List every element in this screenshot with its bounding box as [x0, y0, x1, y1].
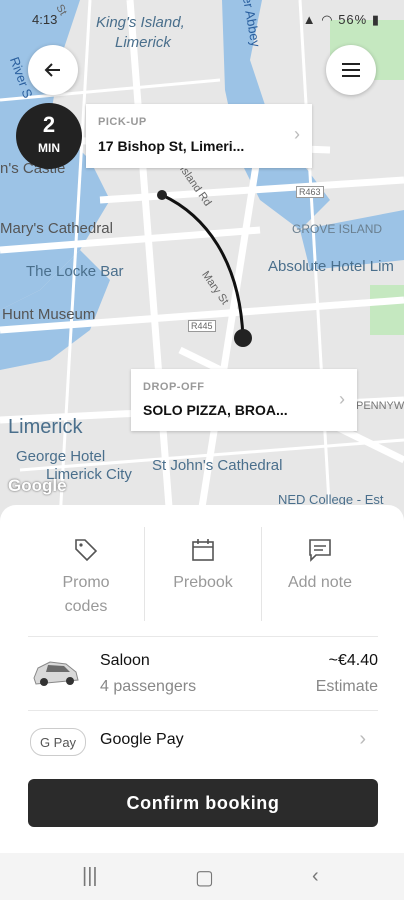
home-icon[interactable]: ▢ [195, 865, 214, 890]
road-badge: R445 [188, 320, 216, 332]
map-label: PENNYW [356, 400, 404, 412]
system-nav-bar: ||| ▢ ‹ [0, 853, 404, 900]
map-label: Hunt Museum [2, 306, 96, 323]
car-icon [33, 661, 79, 686]
ride-capacity: 4 passengers [100, 678, 197, 695]
chevron-right-icon: › [339, 389, 345, 409]
status-bar: 4:13 ▲ ◠ 56% ▮ [0, 0, 404, 38]
dropoff-address: SOLO PIZZA, BROA... [143, 402, 288, 418]
payment-method: Google Pay [100, 731, 184, 748]
hamburger-icon [342, 63, 360, 77]
prebook-button[interactable]: Prebook [145, 527, 261, 622]
eta-unit: MIN [38, 141, 60, 155]
arrow-left-icon [44, 63, 60, 77]
chevron-right-icon: › [359, 728, 366, 750]
eta-value: 2 [42, 112, 56, 137]
add-note-button[interactable]: Add note [262, 527, 378, 622]
map-label: Mary's Cathedral [0, 220, 113, 237]
prebook-label: Prebook [173, 574, 233, 591]
menu-button[interactable] [326, 45, 376, 95]
battery-percent: 56% [338, 12, 368, 27]
dropoff-card[interactable]: DROP-OFF SOLO PIZZA, BROA... › [131, 369, 357, 431]
chevron-right-icon: › [294, 124, 300, 144]
road-badge: R463 [296, 186, 324, 198]
calendar-icon [192, 539, 214, 561]
map-label: GROVE ISLAND [292, 222, 383, 236]
back-button[interactable] [28, 45, 78, 95]
map-label: The Locke Bar [26, 263, 124, 280]
battery-icon: ▮ [371, 12, 380, 27]
eta-badge: 2 MIN [16, 103, 82, 169]
divider [28, 636, 378, 637]
dropoff-label: DROP-OFF [143, 381, 205, 393]
map-label: Limerick [8, 416, 83, 438]
ride-price: ~€4.40 [328, 652, 378, 669]
chat-icon [309, 539, 331, 562]
divider [28, 710, 378, 711]
tag-icon [75, 539, 98, 562]
map-label: Absolute Hotel Lim [268, 258, 394, 275]
confirm-booking-button[interactable]: Confirm booking [28, 779, 378, 827]
pickup-label: PICK-UP [98, 116, 147, 128]
signal-icon: ▲ [302, 12, 317, 27]
google-pay-badge: G Pay [30, 728, 86, 756]
ride-type: Saloon [100, 652, 150, 669]
wifi-icon: ◠ [321, 12, 334, 27]
status-time: 4:13 [32, 12, 58, 27]
pickup-card[interactable]: PICK-UP 17 Bishop St, Limeri... › [86, 104, 312, 168]
promo-codes-label: Promo codes [62, 574, 110, 615]
add-note-label: Add note [287, 574, 353, 591]
back-nav-icon[interactable]: ‹ [312, 865, 319, 888]
promo-codes-button[interactable]: Promo codes [28, 527, 144, 622]
pickup-address: 17 Bishop St, Limeri... [98, 138, 245, 154]
map-label: George Hotel [16, 448, 106, 465]
map-label: St John's Cathedral [152, 457, 283, 474]
status-icons: ▲ ◠ 56% ▮ [303, 12, 380, 28]
price-note: Estimate [315, 678, 378, 695]
google-logo: Google [8, 476, 67, 495]
recent-apps-icon[interactable]: ||| [82, 865, 98, 888]
